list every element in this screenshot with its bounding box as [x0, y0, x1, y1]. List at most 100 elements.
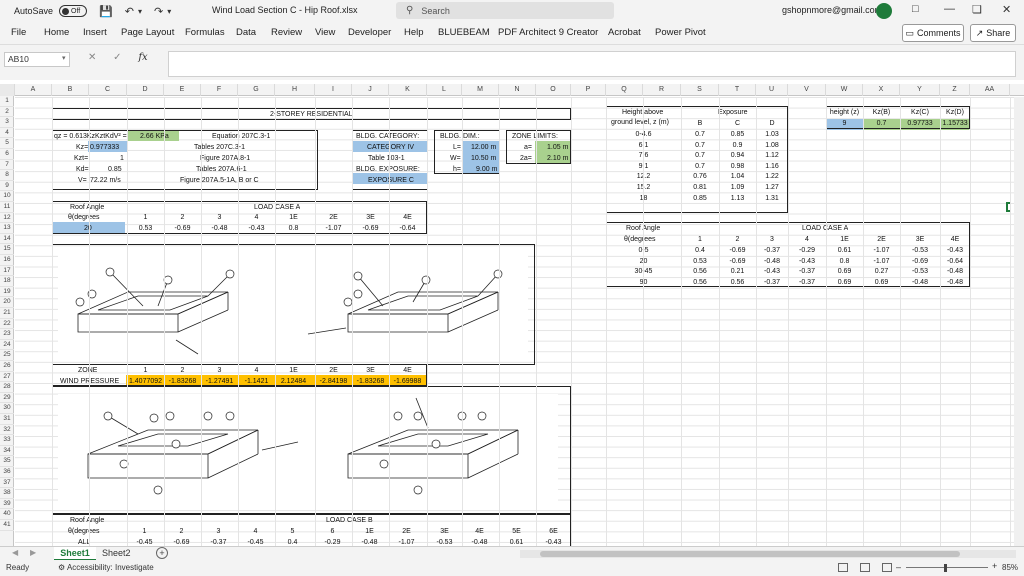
zoom-level[interactable]: 85%	[1002, 563, 1018, 572]
table-header[interactable]: 4	[238, 213, 275, 222]
tab-home[interactable]: Home	[44, 27, 69, 38]
table-cell[interactable]: 0.7	[681, 151, 719, 160]
table-cell[interactable]: 0.98	[719, 162, 756, 171]
column-header[interactable]: AA	[970, 84, 1010, 96]
table-cell[interactable]: -0.43	[756, 267, 788, 276]
customize-qat-icon[interactable]: ▾	[167, 7, 171, 16]
undo-icon[interactable]: ↶	[125, 5, 134, 18]
table-cell[interactable]: 1.31	[756, 194, 788, 203]
undo-dropdown-icon[interactable]: ▾	[138, 7, 142, 16]
table-cell[interactable]: 1.15733	[940, 119, 970, 128]
table-cell[interactable]: -0.53	[900, 267, 940, 276]
column-header[interactable]: R	[643, 84, 681, 96]
tab-developer[interactable]: Developer	[348, 27, 391, 38]
table-header[interactable]: C	[719, 119, 756, 128]
table-header[interactable]: 2E	[315, 366, 352, 375]
zoom-out-icon[interactable]: –	[896, 562, 901, 572]
column-header[interactable]: B	[52, 84, 89, 96]
worksheet-grid[interactable]: A B C D E F G H I J K L M N O P Q R S T U V W X Y Z AA 1 2 3 4 5 6 7 8 9 10…	[0, 84, 1024, 546]
table-cell[interactable]: -0.69	[164, 538, 199, 546]
column-header[interactable]: A	[15, 84, 52, 96]
table-cell[interactable]: -1.07	[315, 224, 352, 233]
table-cell[interactable]: 2.12484	[275, 377, 312, 386]
row-header[interactable]: 4	[0, 128, 14, 139]
table-cell[interactable]: 0.97733	[900, 119, 940, 128]
column-header[interactable]: Q	[606, 84, 643, 96]
table-header[interactable]: 2E	[863, 235, 900, 244]
tab-pdf-architect[interactable]: PDF Architect 9 Creator	[498, 27, 598, 38]
row-header[interactable]: 12	[0, 213, 14, 224]
table-header[interactable]: 1	[127, 527, 162, 536]
table-header[interactable]: 4E	[389, 213, 426, 222]
column-header[interactable]: F	[201, 84, 238, 96]
column-header[interactable]: D	[127, 84, 164, 96]
column-header[interactable]: X	[863, 84, 900, 96]
table-cell[interactable]: -0.37	[756, 246, 788, 255]
table-cell[interactable]: 0.56	[719, 278, 756, 287]
vertical-scrollbar[interactable]	[1014, 97, 1024, 546]
restore-icon[interactable]: ❏	[972, 3, 982, 16]
row-header[interactable]: 2	[0, 107, 14, 118]
table-cell[interactable]: 1.08	[756, 141, 788, 150]
row-header[interactable]: 26	[0, 361, 14, 372]
table-cell[interactable]: -0.48	[940, 278, 970, 287]
table-cell[interactable]: -1.1421	[238, 377, 275, 386]
table-cell[interactable]: 0.7	[863, 119, 900, 128]
sheet-tab-sheet2[interactable]: Sheet2	[102, 548, 131, 558]
comments-button[interactable]: ▭ Comments	[902, 24, 964, 42]
table-header[interactable]: 2	[719, 235, 756, 244]
column-header[interactable]: W	[826, 84, 863, 96]
row-header[interactable]: 29	[0, 393, 14, 404]
table-cell[interactable]: 0.76	[681, 172, 719, 181]
column-header[interactable]: V	[788, 84, 826, 96]
tab-page-layout[interactable]: Page Layout	[121, 27, 174, 38]
bldg-exposure-value[interactable]: EXPOSURE C	[368, 176, 414, 185]
column-header[interactable]: U	[756, 84, 788, 96]
table-cell[interactable]: 1.13	[719, 194, 756, 203]
column-header[interactable]: M	[462, 84, 499, 96]
table-cell[interactable]: 1.03	[756, 130, 788, 139]
table-cell[interactable]: -0.43	[788, 257, 826, 266]
table-cell[interactable]: 0.7	[681, 162, 719, 171]
W-value[interactable]: 10.50 m	[471, 154, 496, 163]
row-header[interactable]: 27	[0, 372, 14, 383]
table-cell[interactable]: 0.69	[863, 278, 900, 287]
tab-insert[interactable]: Insert	[83, 27, 107, 38]
table-cell[interactable]: 0.4	[275, 538, 310, 546]
accessibility-status[interactable]: ⚙ Accessibility: Investigate	[58, 563, 154, 572]
tab-help[interactable]: Help	[404, 27, 424, 38]
table-header[interactable]: 4	[238, 366, 275, 375]
table-header[interactable]: 6	[315, 527, 350, 536]
table-cell[interactable]: -1.07	[863, 257, 900, 266]
table-header[interactable]: 2E	[315, 213, 352, 222]
row-header[interactable]: 6	[0, 149, 14, 160]
row-header[interactable]: 40	[0, 509, 14, 520]
table-header[interactable]: 4	[238, 527, 273, 536]
table-cell[interactable]: 0.21	[719, 267, 756, 276]
table-cell[interactable]: -0.37	[201, 538, 236, 546]
share-button[interactable]: ↗ Share	[970, 24, 1016, 42]
insert-function-icon[interactable]: fx	[138, 52, 147, 63]
table-header[interactable]: 4E	[462, 527, 497, 536]
table-cell[interactable]: 0.8	[826, 257, 863, 266]
table-header[interactable]: 1E	[352, 527, 387, 536]
formula-input[interactable]	[168, 51, 1016, 77]
row-header[interactable]: 19	[0, 287, 14, 298]
prev-sheet-icon[interactable]: ◀	[12, 548, 18, 557]
tab-view[interactable]: View	[315, 27, 335, 38]
table-cell[interactable]: 0.9	[719, 141, 756, 150]
table-cell[interactable]: -0.53	[900, 246, 940, 255]
table-cell[interactable]: -0.48	[352, 538, 387, 546]
add-sheet-icon[interactable]: +	[156, 547, 168, 559]
column-header[interactable]: N	[499, 84, 536, 96]
table-header[interactable]: Kz(B)	[863, 108, 900, 117]
zoom-slider-knob[interactable]	[944, 564, 947, 572]
row-header[interactable]: 30	[0, 403, 14, 414]
table-header[interactable]: 1	[681, 235, 719, 244]
table-cell[interactable]: 1.09	[719, 183, 756, 192]
table-header[interactable]: 3	[756, 235, 788, 244]
row-header[interactable]: 21	[0, 308, 14, 319]
row-header[interactable]: 13	[0, 223, 14, 234]
row-header[interactable]: 1	[0, 96, 14, 107]
h-value[interactable]: 9.00 m	[476, 165, 497, 174]
